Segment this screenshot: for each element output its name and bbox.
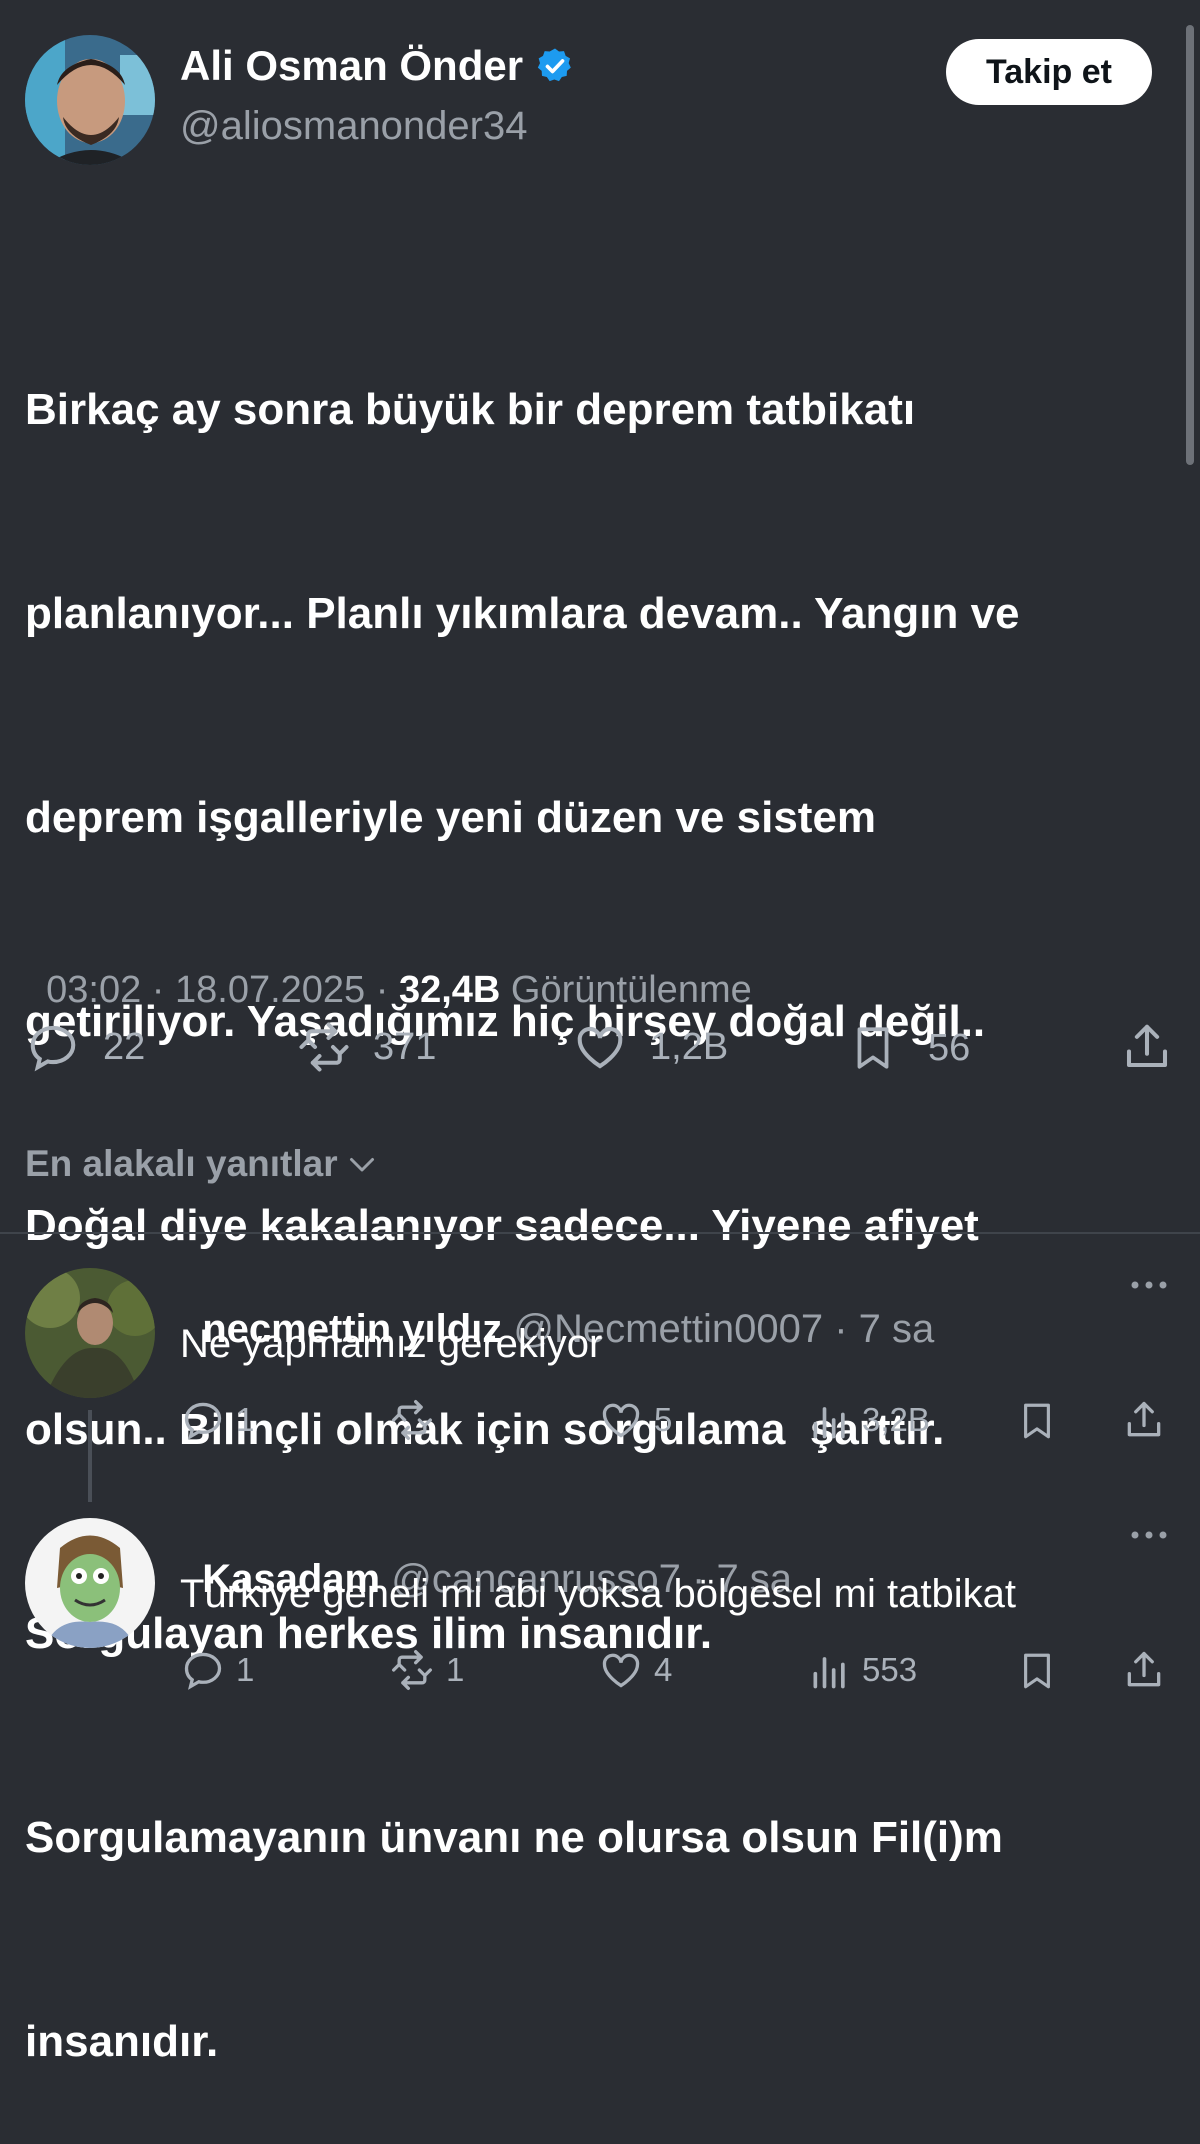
reply-like-count: 4	[654, 1651, 673, 1688]
reply-views-button[interactable]: 3,2B	[808, 1398, 930, 1442]
reply-icon	[25, 1020, 81, 1074]
bookmark-count: 56	[928, 1026, 971, 1069]
repost-count: 371	[373, 1025, 437, 1068]
reply-bookmark-button[interactable]	[1016, 1398, 1058, 1444]
follow-button[interactable]: Takip et	[946, 39, 1152, 105]
reply-like-button[interactable]: 4	[598, 1648, 672, 1692]
chevron-down-icon	[344, 1146, 380, 1182]
tweet-text-line: deprem işgalleriyle yeni düzen ve sistem	[25, 793, 877, 842]
tweet-text-line: Sorgulamayanın ünvanı ne olursa olsun Fi…	[25, 1813, 1003, 1862]
tweet-views-label: Görüntülenme	[500, 969, 752, 1011]
author-name[interactable]: Ali Osman Önder	[180, 42, 523, 90]
bookmark-icon	[1016, 1648, 1058, 1694]
reply-count: 22	[103, 1025, 146, 1068]
share-button[interactable]	[1120, 1020, 1174, 1074]
bookmark-icon	[848, 1020, 898, 1076]
reply-reply-count: 1	[236, 1401, 255, 1438]
tweet-time[interactable]: 03:02	[46, 969, 141, 1011]
verified-badge-icon	[535, 46, 575, 86]
reply-icon	[180, 1398, 226, 1442]
share-icon	[1122, 1398, 1166, 1442]
author-handle[interactable]: @aliosmanonder34	[180, 104, 527, 149]
reply-avatar[interactable]	[25, 1268, 155, 1398]
more-options-button[interactable]	[1128, 1520, 1170, 1555]
bookmark-icon	[1016, 1398, 1058, 1444]
meta-separator: ·	[365, 969, 399, 1011]
divider	[0, 1232, 1200, 1234]
reply-repost-button[interactable]: 1	[388, 1648, 464, 1692]
reply-repost-button[interactable]	[388, 1398, 446, 1442]
reply-like-count: 5	[654, 1401, 673, 1438]
meta-separator: ·	[141, 969, 175, 1011]
reply-repost-count: 1	[446, 1651, 465, 1688]
tweet-text-line: planlanıyor... Planlı yıkımlara devam.. …	[25, 589, 1020, 638]
reply-text: Ne yapmamız gerekiyor	[180, 1322, 603, 1366]
reply-views-count: 553	[862, 1651, 918, 1688]
reply-icon	[180, 1648, 226, 1692]
repost-button[interactable]: 371	[295, 1020, 436, 1074]
analytics-icon	[808, 1398, 852, 1442]
reply-share-button[interactable]	[1122, 1398, 1166, 1442]
share-icon	[1122, 1648, 1166, 1692]
reply-reply-count: 1	[236, 1651, 255, 1688]
tweet-text: Birkaç ay sonra büyük bir deprem tatbika…	[25, 240, 1020, 2144]
reply-reply-button[interactable]: 1	[180, 1398, 254, 1442]
tweet-text-line: Doğal diye kakalanıyor sadece... Yiyene …	[25, 1201, 979, 1250]
like-count: 1,2B	[650, 1025, 729, 1068]
author-avatar[interactable]	[25, 35, 155, 165]
heart-icon	[598, 1398, 644, 1442]
repost-icon	[295, 1020, 353, 1074]
repost-icon	[388, 1648, 436, 1692]
like-button[interactable]: 1,2B	[572, 1020, 728, 1074]
reply-reply-button[interactable]: 1	[180, 1648, 254, 1692]
reply-time[interactable]: · 7 sa	[823, 1307, 934, 1351]
reply-avatar[interactable]	[25, 1518, 155, 1648]
heart-icon	[572, 1020, 628, 1074]
reply-bookmark-button[interactable]	[1016, 1648, 1058, 1694]
follow-button-label: Takip et	[986, 52, 1112, 91]
tweet-text-line: insanıdır.	[25, 2017, 219, 2066]
scrollbar[interactable]	[1186, 25, 1194, 465]
analytics-icon	[808, 1648, 852, 1692]
repost-icon	[388, 1398, 436, 1442]
thread-line	[88, 1410, 92, 1502]
tweet-text-line: Birkaç ay sonra büyük bir deprem tatbika…	[25, 385, 916, 434]
reply-views-count: 3,2B	[862, 1401, 930, 1438]
share-icon	[1120, 1020, 1174, 1074]
reply-like-button[interactable]: 5	[598, 1398, 672, 1442]
reply-text: Türkiye geneli mi abi yoksa bölgesel mi …	[180, 1572, 1016, 1616]
tweet-meta: 03:02 · 18.07.2025 · 32,4B Görüntülenme	[25, 926, 752, 1012]
reply-share-button[interactable]	[1122, 1648, 1166, 1692]
replies-sort-label: En alakalı yanıtlar	[25, 1143, 338, 1184]
replies-sort-dropdown[interactable]: En alakalı yanıtlar	[25, 1143, 380, 1185]
more-options-button[interactable]	[1128, 1270, 1170, 1305]
tweet-views-count: 32,4B	[398, 969, 501, 1011]
tweet-date[interactable]: 18.07.2025	[175, 969, 365, 1011]
reply-button[interactable]: 22	[25, 1020, 145, 1074]
reply-views-button[interactable]: 553	[808, 1648, 917, 1692]
heart-icon	[598, 1648, 644, 1692]
bookmark-button[interactable]: 56	[848, 1020, 970, 1076]
